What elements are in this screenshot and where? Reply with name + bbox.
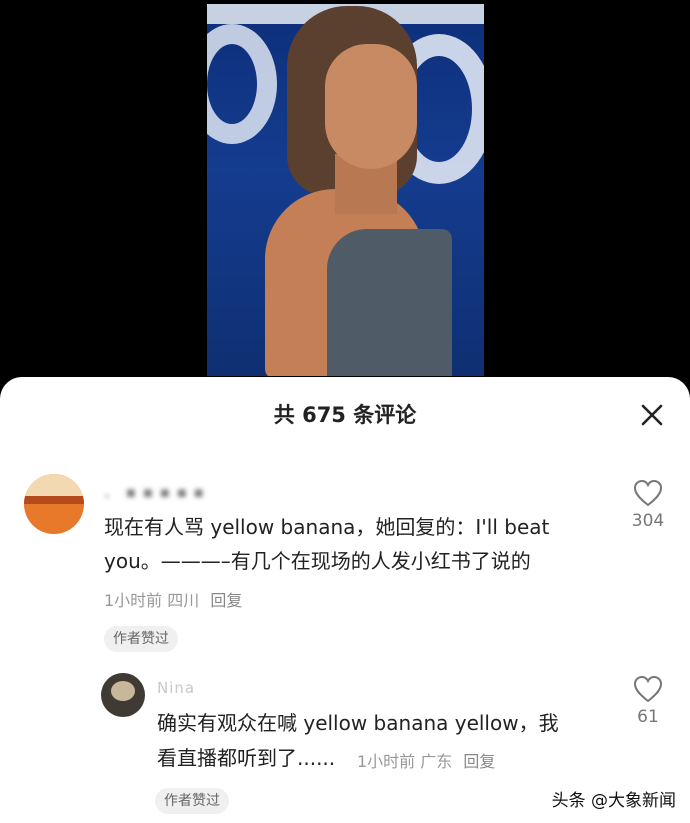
player-face — [325, 44, 417, 169]
avatar[interactable] — [24, 474, 84, 534]
player-figure — [247, 4, 452, 376]
comment-username[interactable]: Nina — [157, 679, 195, 697]
comment-meta: 1小时前 四川 回复 — [104, 587, 242, 611]
heart-icon — [633, 479, 663, 507]
comment-text-line: you。———–有几个在现场的人发小红书了说的 — [104, 549, 531, 573]
like-count: 304 — [631, 511, 665, 531]
heart-icon — [633, 675, 663, 703]
player-top — [327, 229, 452, 376]
comment-username[interactable]: 、 ▪ ▪ ▪ ▪ ▪ — [104, 481, 205, 502]
comment-text-line: 看直播都听到了...... — [157, 746, 336, 770]
like-count: 61 — [637, 707, 659, 727]
avatar[interactable] — [101, 673, 145, 717]
comment-count-title: 共 675 条评论 — [273, 403, 417, 427]
reply-button[interactable]: 回复 — [210, 591, 242, 610]
sheet-header: 共 675 条评论 — [0, 397, 690, 433]
comment-meta: 1小时前 广东 回复 — [357, 748, 495, 772]
avatar-image-part — [24, 496, 84, 504]
close-icon[interactable] — [638, 401, 666, 429]
comment-location: 广东 — [420, 752, 453, 771]
comment-time: 1小时前 — [357, 752, 416, 771]
like-button[interactable]: 61 — [626, 675, 670, 727]
author-liked-badge: 作者赞过 — [155, 788, 229, 814]
comment-time: 1小时前 — [104, 591, 163, 610]
comment-sheet: 共 675 条评论 、 ▪ ▪ ▪ ▪ ▪ 现在有人骂 yellow banan… — [0, 377, 690, 823]
video-frame[interactable] — [207, 4, 484, 376]
avatar-image-part — [111, 681, 135, 701]
comment-location: 四川 — [167, 591, 200, 610]
like-button[interactable]: 304 — [626, 479, 670, 531]
video-area[interactable] — [0, 0, 690, 390]
author-liked-badge: 作者赞过 — [104, 626, 178, 652]
watermark: 头条 @大象新闻 — [551, 791, 676, 811]
reply-button[interactable]: 回复 — [463, 752, 495, 771]
comment-text-line: 现在有人骂 yellow banana，她回复的：I'll beat — [104, 515, 550, 539]
comment-text-line: 确实有观众在喊 yellow banana yellow，我 — [157, 711, 559, 735]
